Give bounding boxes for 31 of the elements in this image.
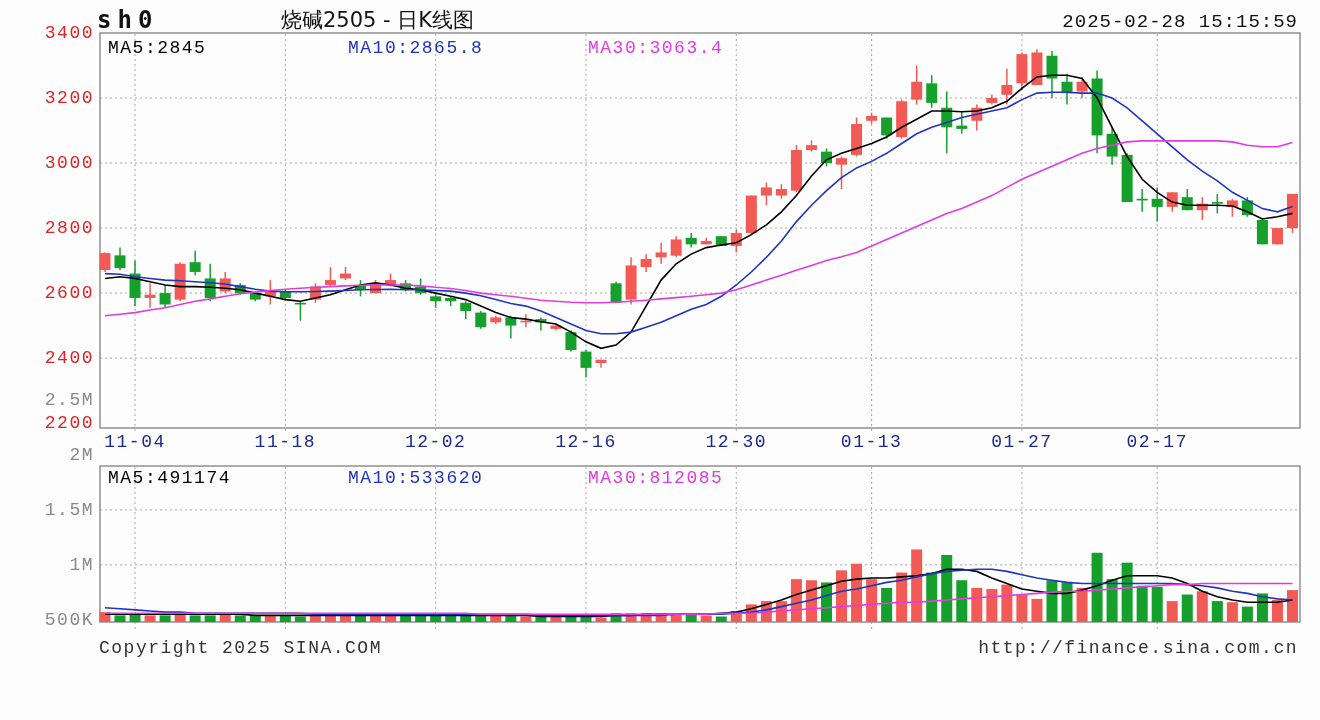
moving-average-label: MA30:3063.4: [588, 38, 724, 58]
date-axis-label: 12-02: [404, 432, 467, 452]
price-axis-label: 3000: [44, 153, 94, 174]
price-axis-label: 2600: [44, 283, 94, 304]
volume-axis-label: 2M: [69, 444, 94, 465]
date-axis-label: 12-16: [555, 432, 617, 452]
price-axis-label: 3400: [44, 23, 94, 43]
copyright-text: Copyright 2025 SINA.COM: [99, 638, 382, 658]
date-axis-label: 02-17: [1126, 432, 1188, 452]
moving-average-label: MA30:812085: [588, 468, 724, 488]
chart-title: 烧碱2505 - 日K线图: [281, 8, 475, 32]
timestamp: 2025-02-28 15:15:59: [1062, 11, 1298, 33]
moving-average-label: MA10:533620: [348, 468, 484, 488]
volume-axis-label: 500K: [44, 609, 94, 630]
date-axis-label: 12-30: [705, 432, 768, 452]
price-axis-label: 2200: [44, 413, 94, 434]
moving-average-label: MA10:2865.8: [348, 38, 484, 58]
moving-average-label: MA5:2845: [108, 38, 207, 58]
date-axis-label: 01-27: [991, 432, 1053, 452]
date-axis-label: 01-13: [840, 432, 903, 452]
moving-average-label: MA5:491174: [108, 468, 232, 488]
symbol-code: sh0: [97, 6, 159, 34]
volume-axis-label: 2.5M: [44, 390, 94, 410]
volume-axis-label: 1.5M: [44, 499, 94, 520]
price-axis-label: 2400: [44, 348, 94, 369]
price-axis-label: 2800: [44, 218, 94, 239]
date-axis-label: 11-18: [254, 432, 317, 452]
price-axis-label: 3200: [44, 88, 94, 108]
volume-axis-label: 1M: [69, 554, 94, 575]
source-url: http://finance.sina.com.cn: [978, 638, 1298, 658]
date-axis-label: 11-04: [104, 432, 166, 452]
